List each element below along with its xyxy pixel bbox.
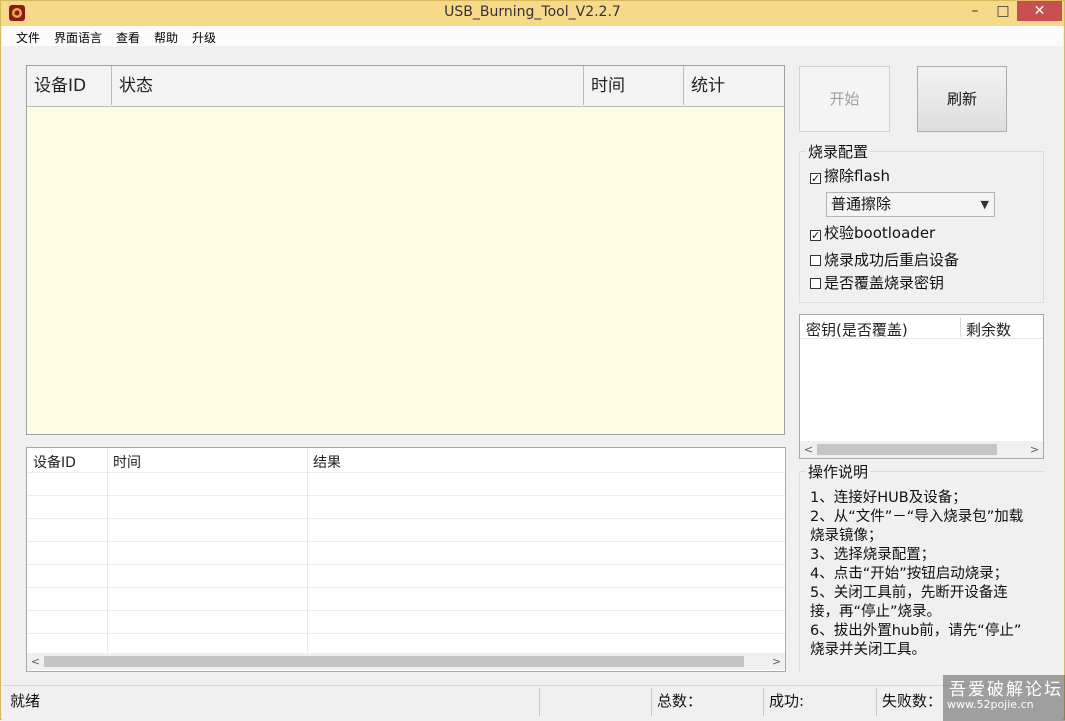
checkbox-unchecked-icon [810,255,821,266]
instruction-line: 3、选择烧录配置； [810,547,936,563]
status-divider [539,688,540,716]
checkbox-checked-icon: ✓ [810,229,821,242]
scroll-right-icon[interactable]: > [1026,441,1043,458]
maximize-button[interactable]: □ [989,1,1017,21]
table-row [27,472,785,473]
status-divider [876,688,877,716]
status-text: 就绪 [10,692,41,710]
overwrite-key-checkbox[interactable]: 是否覆盖烧录密钥 [810,273,944,293]
scroll-left-icon[interactable]: < [27,653,44,670]
log-column-device-id[interactable]: 设备ID [33,452,76,472]
table-row [27,495,785,496]
erase-mode-value: 普通擦除 [831,195,892,213]
column-divider [107,448,108,652]
instruction-line: 2、从“文件”－“导入烧录包”加载 [810,509,1024,525]
instruction-line: 烧录镜像； [810,528,883,544]
column-status[interactable]: 状态 [112,66,584,105]
menu-upgrade[interactable]: 升级 [192,29,216,46]
status-bar: 就绪 总数： 成功: 失败数： [2,685,1063,720]
start-button[interactable]: 开始 [799,66,890,132]
device-list[interactable]: 设备ID 状态 时间 统计 [26,65,785,435]
instruction-line: 烧录并关闭工具。 [810,642,926,658]
window-title: USB_Burning_Tool_V2.2.7 [444,4,621,20]
menu-help[interactable]: 帮助 [154,29,178,46]
table-row [27,610,785,611]
menu-view[interactable]: 查看 [116,29,140,46]
horizontal-scrollbar[interactable]: < > [27,653,785,670]
key-list[interactable]: 密钥(是否覆盖) 剩余数 < > [799,314,1044,459]
verify-bootloader-label: 校验bootloader [824,224,936,242]
menu-bar: 文件 界面语言 查看 帮助 升级 [2,26,1063,46]
watermark-url: www.52pojie.cn [947,698,1034,711]
instruction-line: 5、关闭工具前，先断开设备连 [810,585,1008,601]
watermark-text: 吾爱破解论坛 [949,680,1063,700]
header-divider [800,338,1043,339]
instruction-line: 4、点击“开始”按钮启动烧录； [810,566,1009,582]
column-stats[interactable]: 统计 [684,66,784,105]
scroll-right-icon[interactable]: > [768,653,785,670]
key-column-remaining[interactable]: 剩余数 [966,319,1011,340]
reboot-after-label: 烧录成功后重启设备 [824,251,960,269]
device-list-header: 设备ID 状态 时间 统计 [27,66,784,107]
app-window: USB_Burning_Tool_V2.2.7 – □ ✕ 文件 界面语言 查看… [0,0,1065,721]
key-column-key[interactable]: 密钥(是否覆盖) [806,319,908,340]
instruction-line: 1、连接好HUB及设备； [810,490,967,506]
instruction-line: 接，再“停止”烧录。 [810,604,942,620]
instructions-title: 操作说明 [806,461,871,482]
table-row [27,587,785,588]
reboot-after-checkbox[interactable]: 烧录成功后重启设备 [810,250,959,270]
erase-flash-label: 擦除flash [824,167,890,185]
scroll-left-icon[interactable]: < [800,441,817,458]
total-count-label: 总数： [657,692,703,710]
result-log-header: 设备ID 时间 结果 [27,448,785,474]
failed-count-label: 失败数： [882,692,943,710]
column-divider [307,448,308,652]
checkbox-unchecked-icon [810,278,821,289]
scrollbar-thumb[interactable] [44,656,744,667]
log-column-result[interactable]: 结果 [313,452,341,472]
column-time[interactable]: 时间 [584,66,684,105]
chevron-down-icon: ▼ [980,198,989,211]
menu-language[interactable]: 界面语言 [54,29,102,46]
result-log-list[interactable]: 设备ID 时间 结果 < > [26,447,786,672]
close-button[interactable]: ✕ [1017,1,1062,21]
instruction-line: 6、拔出外置hub前，请先“停止” [810,623,1022,639]
menu-file[interactable]: 文件 [16,29,40,46]
burn-config-title: 烧录配置 [806,141,871,162]
status-divider [651,688,652,716]
column-divider [960,317,961,337]
erase-mode-select[interactable]: 普通擦除 ▼ [826,192,995,217]
minimize-button[interactable]: – [961,1,989,21]
refresh-button[interactable]: 刷新 [917,66,1007,132]
checkbox-checked-icon: ✓ [810,172,821,185]
table-row [27,633,785,634]
table-row [27,564,785,565]
success-count-label: 成功: [769,692,805,710]
erase-flash-checkbox[interactable]: ✓ 擦除flash [810,166,890,186]
key-list-horizontal-scrollbar[interactable]: < > [800,441,1043,458]
column-device-id[interactable]: 设备ID [27,66,112,105]
table-row [27,518,785,519]
overwrite-key-label: 是否覆盖烧录密钥 [824,274,945,292]
table-row [27,541,785,542]
status-divider [763,688,764,716]
scrollbar-thumb[interactable] [817,444,997,455]
title-bar: USB_Burning_Tool_V2.2.7 – □ ✕ [1,1,1064,26]
verify-bootloader-checkbox[interactable]: ✓ 校验bootloader [810,223,935,243]
log-column-time[interactable]: 时间 [113,452,141,472]
